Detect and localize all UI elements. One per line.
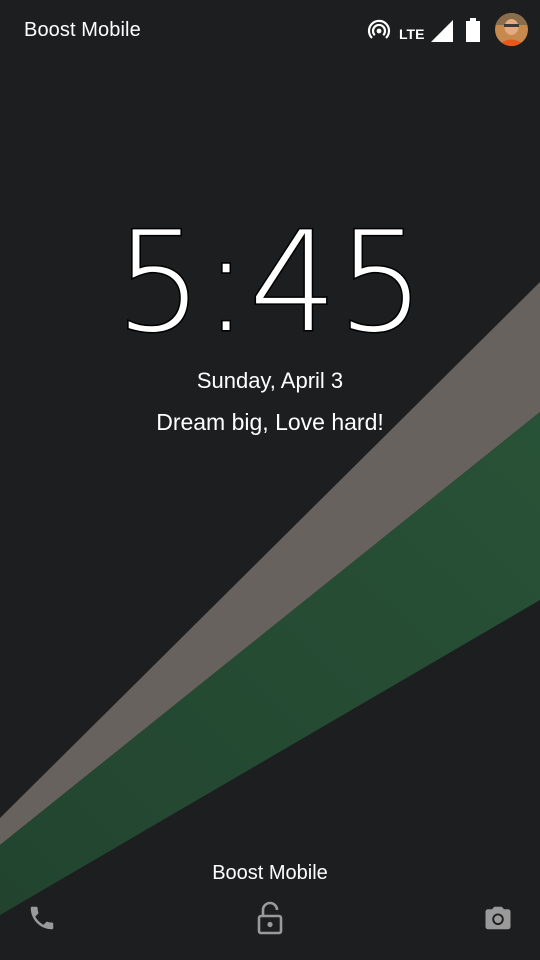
status-bar: Boost Mobile LTE xyxy=(0,0,540,62)
camera-button[interactable] xyxy=(476,896,520,940)
phone-button[interactable] xyxy=(20,896,64,940)
owner-info-message: Dream big, Love hard! xyxy=(156,409,384,435)
unlock-icon xyxy=(257,901,283,935)
date-label: Sunday, April 3 xyxy=(196,368,344,393)
unlock-button[interactable] xyxy=(248,896,292,940)
battery-icon xyxy=(466,18,480,42)
network-type-label: LTE xyxy=(399,26,425,42)
phone-icon xyxy=(30,906,54,930)
hotspot-icon xyxy=(367,19,391,39)
status-icons: LTE xyxy=(367,12,528,48)
signal-icon xyxy=(431,20,453,42)
avatar[interactable] xyxy=(495,13,528,46)
carrier-label-bottom: Boost Mobile xyxy=(212,862,328,884)
carrier-name: Boost Mobile xyxy=(24,19,141,41)
wallpaper xyxy=(0,0,540,960)
camera-icon xyxy=(485,906,511,930)
clock: 5:45 xyxy=(114,202,427,363)
lock-screen: Boost Mobile LTE 5:45 Sunday, April 3 Dr… xyxy=(0,0,540,960)
